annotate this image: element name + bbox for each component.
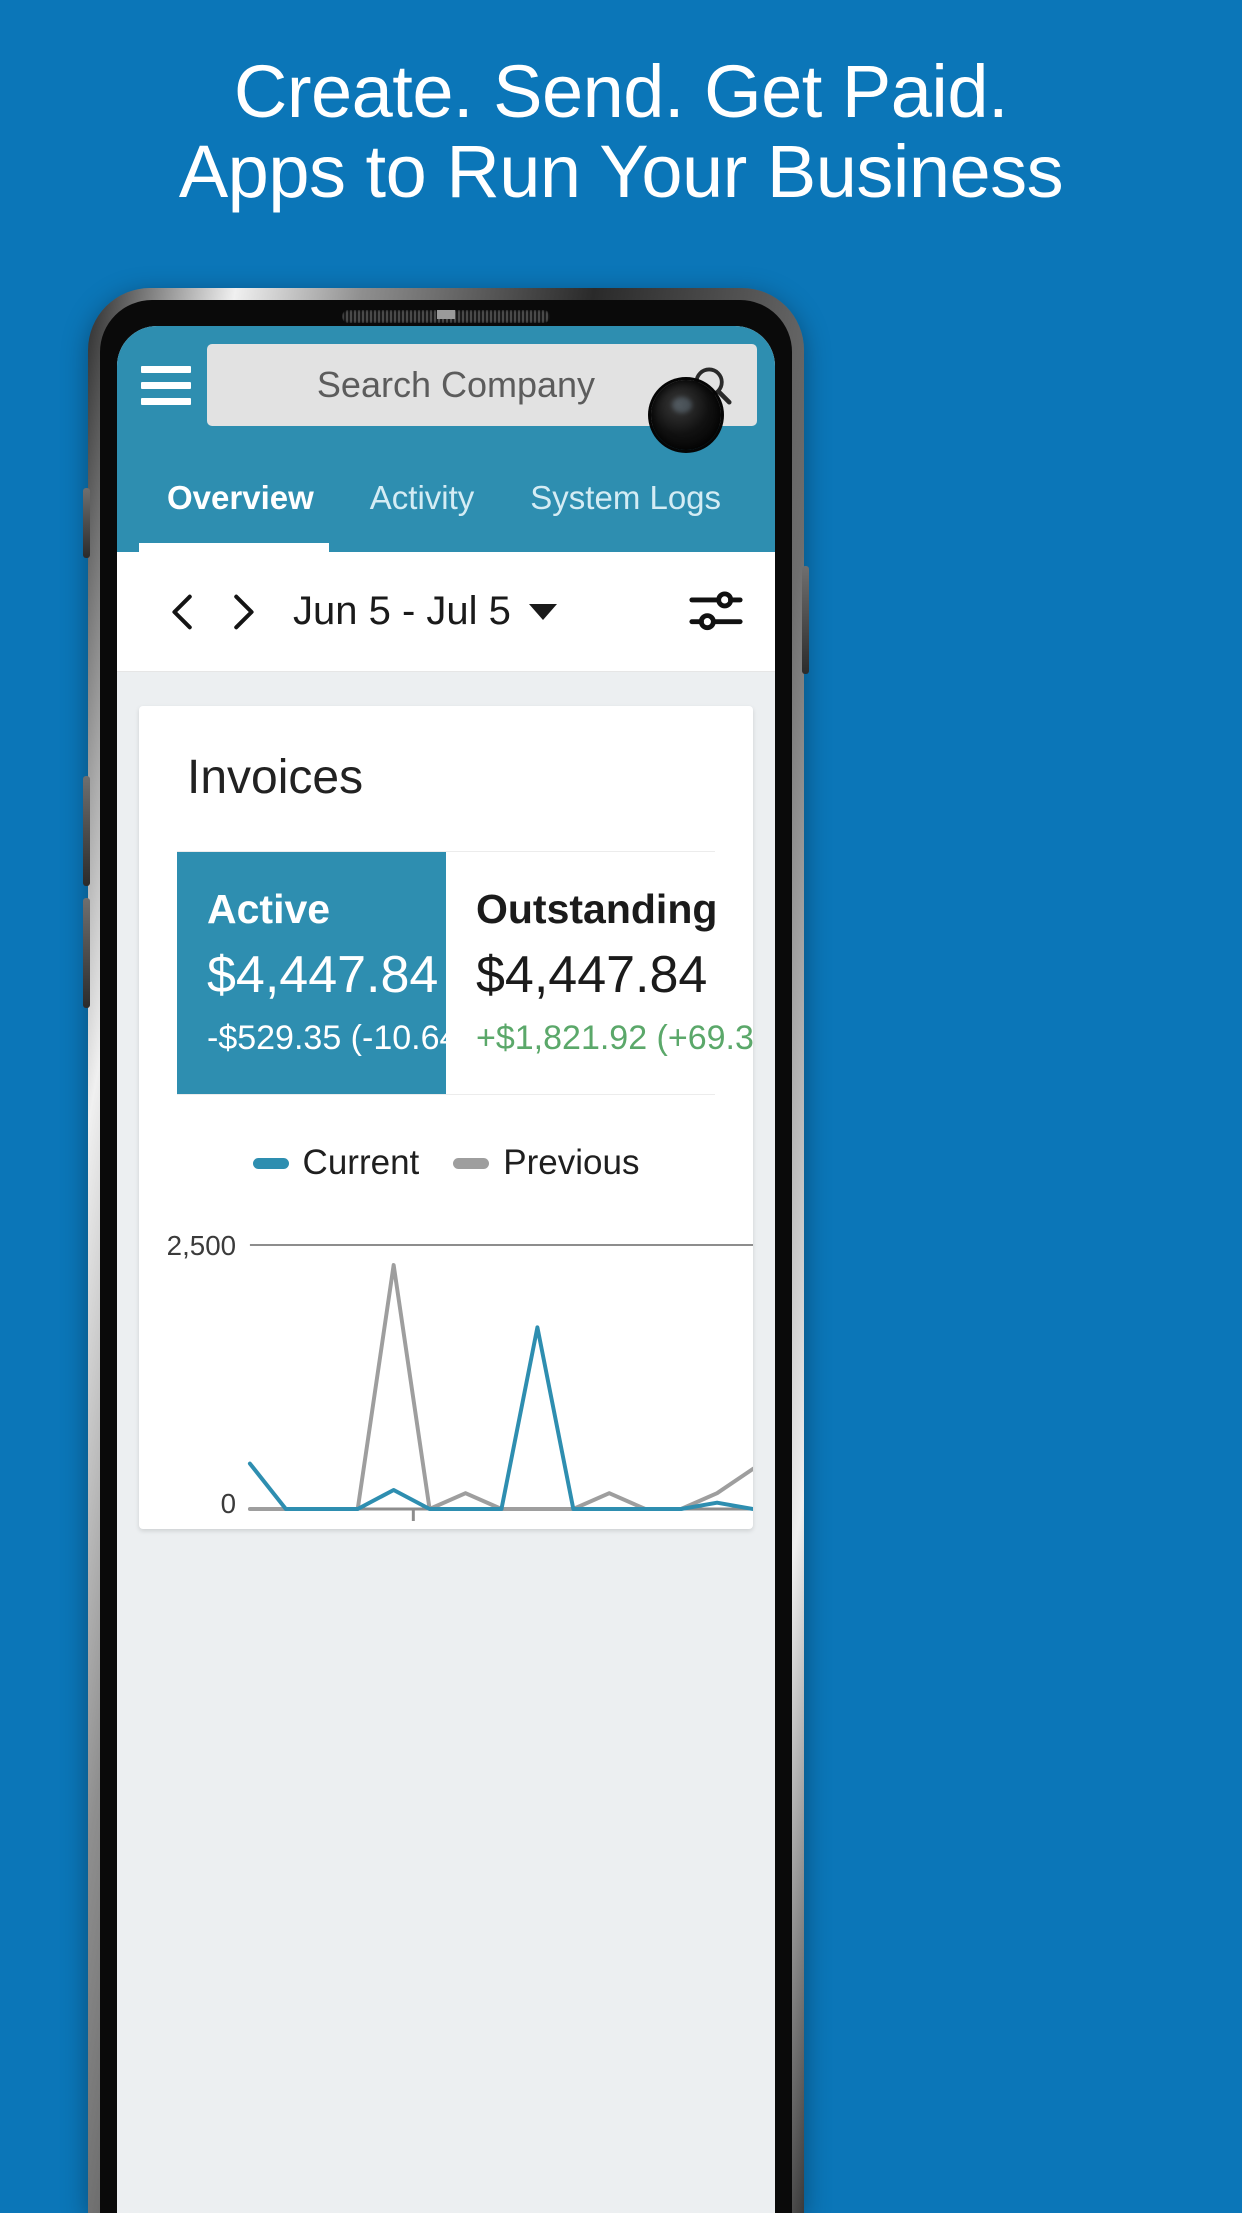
tab-overview[interactable]: Overview: [139, 444, 342, 552]
tab-bar: Overview Activity System Logs Invoices P: [117, 444, 775, 552]
legend-swatch-current: [252, 1157, 289, 1169]
active-tab-indicator: [139, 543, 329, 552]
stat-label: Active: [207, 886, 331, 932]
dashboard-content: Invoices Active $4,447.84 -$529.35 (-10.…: [117, 672, 775, 2213]
chevron-left-icon[interactable]: [155, 583, 213, 641]
chart-canvas: 2,500 0: [167, 1230, 753, 1521]
promo-headline-line2: Apps to Run Your Business: [178, 129, 1064, 213]
chevron-down-icon: [528, 603, 557, 620]
phone-button-volume-up: [83, 776, 90, 886]
tab-invoices[interactable]: Invoices: [749, 444, 775, 552]
phone-button-volume-down: [83, 898, 90, 1008]
stat-value: $4,447.84: [207, 946, 439, 1004]
phone-screen: Search Company Overview Activity System …: [117, 326, 775, 2213]
stat-delta: +$1,821.92 (+69.3: [476, 1019, 754, 1057]
legend-swatch-previous: [453, 1157, 490, 1169]
promo-headline: Create. Send. Get Paid. Apps to Run Your…: [0, 52, 1242, 212]
card-title: Invoices: [187, 751, 364, 804]
phone-earpiece-speaker: [342, 310, 550, 323]
stat-tile-active[interactable]: Active $4,447.84 -$529.35 (-10.64%): [177, 852, 500, 1094]
legend-item-previous[interactable]: Previous: [453, 1143, 639, 1183]
chevron-right-icon[interactable]: [213, 583, 271, 641]
stat-tile-outstanding[interactable]: Outstanding $4,447.84 +$1,821.92 (+69.3: [446, 852, 754, 1094]
chart-series-current: [247, 1325, 753, 1511]
phone-bezel: Search Company Overview Activity System …: [100, 300, 792, 2213]
hamburger-line: [141, 397, 191, 405]
chevron-right-glyph: [234, 594, 254, 629]
phone-device-mockup: Search Company Overview Activity System …: [83, 288, 809, 2213]
chart-legend: Current Previous: [139, 1095, 753, 1209]
legend-item-current[interactable]: Current: [252, 1143, 420, 1183]
legend-label-current: Current: [302, 1143, 420, 1182]
legend-label-previous: Previous: [503, 1143, 640, 1182]
stat-tiles: Active $4,447.84 -$529.35 (-10.64%) Outs…: [177, 851, 754, 1095]
date-navigation-bar: Jun 5 - Jul 5: [117, 552, 775, 672]
promo-headline-line1: Create. Send. Get Paid.: [233, 50, 1009, 133]
chart-series-previous: [247, 1263, 753, 1511]
y-tick-label-min: 0: [221, 1488, 236, 1519]
invoices-line-chart[interactable]: 2,500 0: [139, 1209, 753, 1529]
filter-settings-icon[interactable]: [687, 583, 745, 641]
phone-button-power: [802, 566, 809, 674]
hamburger-menu-icon[interactable]: [139, 362, 193, 409]
date-range-label: Jun 5 - Jul 5: [293, 589, 511, 633]
phone-button-bixby: [83, 488, 90, 558]
search-placeholder-text: Search Company: [316, 364, 596, 405]
tab-system-logs[interactable]: System Logs: [502, 444, 749, 552]
invoices-card: Invoices Active $4,447.84 -$529.35 (-10.…: [139, 706, 754, 1529]
phone-sensor-notch: [437, 310, 455, 319]
date-range-selector[interactable]: Jun 5 - Jul 5: [293, 589, 557, 634]
front-camera-icon: [651, 380, 721, 450]
chevron-left-glyph: [172, 594, 192, 629]
stat-delta: -$529.35 (-10.64%): [207, 1019, 500, 1057]
hamburger-line: [141, 365, 191, 373]
stat-value: $4,447.84: [476, 946, 708, 1004]
tab-activity[interactable]: Activity: [342, 444, 503, 552]
y-tick-label-max: 2,500: [167, 1230, 236, 1261]
stat-label: Outstanding: [476, 886, 718, 932]
hamburger-line: [141, 381, 191, 389]
